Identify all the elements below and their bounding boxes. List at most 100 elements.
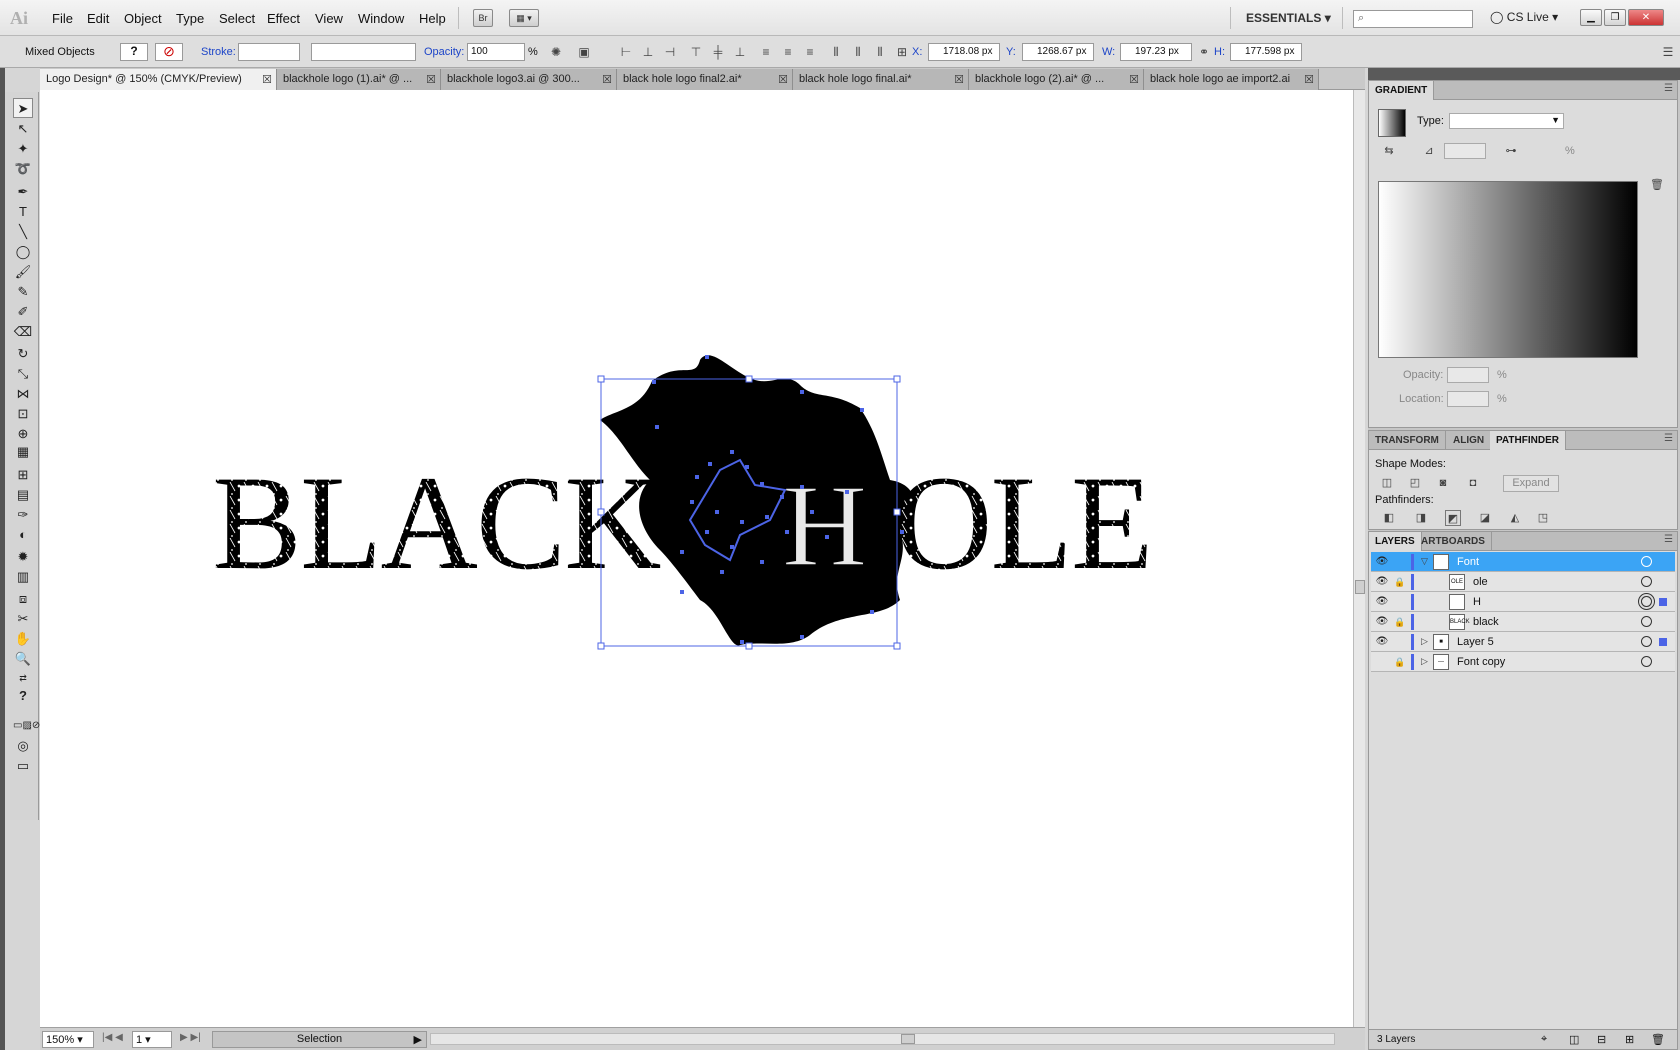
target-circle-icon[interactable] — [1641, 556, 1652, 567]
align-bottom-icon[interactable]: ⊥ — [732, 44, 748, 60]
lock-toggle[interactable] — [1393, 635, 1407, 649]
mesh-tool-icon[interactable]: ⊞ — [13, 465, 33, 485]
trim-icon[interactable]: ◨ — [1413, 510, 1429, 526]
dock-header[interactable] — [1368, 68, 1680, 80]
selection-tool-icon[interactable]: ➤ — [13, 98, 33, 118]
blob-brush-tool-icon[interactable]: ✐ — [13, 302, 33, 322]
horizontal-scrollbar[interactable] — [430, 1033, 1335, 1045]
magic-wand-tool-icon[interactable]: ✦ — [13, 139, 33, 159]
y-input[interactable]: 1268.67 px — [1022, 43, 1094, 61]
variable-width-profile[interactable] — [311, 43, 416, 61]
artboard-tool-icon[interactable]: ⧈ — [13, 589, 33, 609]
layer-row-h[interactable]: 👁 H — [1371, 592, 1675, 612]
opacity-input[interactable]: 100 — [467, 43, 525, 61]
eyedropper-tool-icon[interactable]: ✑ — [13, 505, 33, 525]
fill-swatch[interactable]: ? — [120, 43, 148, 61]
menu-type[interactable]: Type — [176, 11, 204, 26]
eraser-tool-icon[interactable]: ⌫ — [13, 322, 33, 342]
tab-gradient[interactable]: GRADIENT — [1369, 81, 1435, 100]
artboard-nav-next-last-icon[interactable]: ▶ ▶| — [180, 1032, 201, 1043]
panel-menu-icon[interactable]: ☰ — [1664, 83, 1673, 94]
gradient-swatch[interactable] — [1378, 109, 1406, 137]
close-icon[interactable]: ☒ — [602, 73, 612, 86]
selection-indicator[interactable] — [1659, 638, 1667, 646]
delete-stop-icon[interactable]: 🗑 — [1649, 177, 1665, 193]
panel-menu-icon[interactable]: ☰ — [1664, 534, 1673, 545]
zoom-select[interactable]: 150% ▾ — [42, 1031, 94, 1048]
reference-point-icon[interactable]: ⊞ — [894, 44, 910, 60]
fill-stroke-swatch-icon[interactable]: ? — [13, 686, 33, 712]
pencil-tool-icon[interactable]: ✎ — [13, 282, 33, 302]
distribute-right-icon[interactable]: ⫴ — [872, 44, 888, 60]
visibility-eye-icon[interactable]: 👁 — [1375, 575, 1389, 589]
gradient-type-select[interactable]: ▼ — [1449, 113, 1564, 129]
layer-name[interactable]: Font copy — [1457, 656, 1505, 668]
crop-icon[interactable]: ◪ — [1477, 510, 1493, 526]
direct-selection-tool-icon[interactable]: ↖ — [13, 119, 33, 139]
align-middle-icon[interactable]: ╪ — [710, 44, 726, 60]
distribute-bottom-icon[interactable]: ≡ — [802, 44, 818, 60]
stop-location-input[interactable] — [1447, 391, 1489, 407]
gradient-ramp[interactable] — [1378, 181, 1638, 358]
menu-object[interactable]: Object — [124, 11, 162, 26]
merge-icon[interactable]: ◩ — [1445, 510, 1461, 526]
logo-text-black[interactable]: BLACK — [212, 449, 663, 598]
scale-tool-icon[interactable]: ⤡ — [13, 364, 33, 384]
visibility-eye-icon[interactable]: 👁 — [1375, 595, 1389, 609]
symbol-sprayer-tool-icon[interactable]: ✹ — [13, 547, 33, 567]
delete-layer-icon[interactable]: 🗑 — [1651, 1033, 1665, 1046]
outline-icon[interactable]: ◭ — [1507, 510, 1523, 526]
help-search-input[interactable]: ⌕ — [1353, 10, 1473, 28]
artboard-canvas[interactable]: BLACK H OLE — [40, 90, 1353, 1027]
selection-indicator[interactable] — [1659, 598, 1667, 606]
tab-blackhole-logo3[interactable]: blackhole logo3.ai @ 300... ☒ — [441, 69, 617, 90]
stroke-weight-field[interactable] — [238, 43, 300, 61]
vertical-scroll-thumb[interactable] — [1355, 580, 1365, 594]
status-readout[interactable]: Selection ▶ — [212, 1031, 427, 1048]
tab-layers[interactable]: LAYERS — [1369, 532, 1422, 551]
layer-row-font-copy[interactable]: 🔒 ▷ — Font copy — [1371, 652, 1675, 672]
target-circle-icon[interactable] — [1641, 616, 1652, 627]
align-top-icon[interactable]: ⊤ — [688, 44, 704, 60]
layer-name[interactable]: ole — [1473, 576, 1488, 588]
close-icon[interactable]: ☒ — [1129, 73, 1139, 86]
target-circle-icon[interactable] — [1641, 636, 1652, 647]
tab-logo-design[interactable]: Logo Design* @ 150% (CMYK/Preview) ☒ — [40, 69, 277, 90]
collapse-triangle-icon[interactable]: ▷ — [1421, 636, 1428, 647]
expand-button[interactable]: Expand — [1503, 475, 1559, 492]
new-layer-icon[interactable]: ⊞ — [1625, 1033, 1634, 1046]
constrain-proportions-icon[interactable]: ⚭ — [1196, 44, 1212, 60]
tab-transform[interactable]: TRANSFORM — [1369, 431, 1446, 450]
layer-name[interactable]: Font — [1457, 556, 1479, 568]
align-right-icon[interactable]: ⊣ — [662, 44, 678, 60]
target-circle-selected-icon[interactable] — [1641, 596, 1652, 607]
close-icon[interactable]: ☒ — [426, 73, 436, 86]
perspective-grid-tool-icon[interactable]: ▦ — [13, 442, 33, 462]
bridge-button[interactable]: Br — [473, 9, 493, 27]
menu-view[interactable]: View — [315, 11, 343, 26]
minimize-button[interactable]: ▁ — [1580, 9, 1602, 26]
shape-builder-tool-icon[interactable]: ⊕ — [13, 424, 33, 444]
ellipse-tool-icon[interactable]: ◯ — [13, 242, 33, 262]
h-input[interactable]: 177.598 px — [1230, 43, 1302, 61]
align-left-icon[interactable]: ⊢ — [618, 44, 634, 60]
tab-blackhole-logo-2[interactable]: blackhole logo (2).ai* @ ... ☒ — [969, 69, 1144, 90]
recolor-artwork-icon[interactable]: ✺ — [548, 44, 564, 60]
minus-front-icon[interactable]: ◰ — [1407, 475, 1423, 491]
minus-back-icon[interactable]: ◳ — [1535, 510, 1551, 526]
close-window-button[interactable]: ✕ — [1628, 9, 1664, 26]
close-icon[interactable]: ☒ — [262, 73, 272, 86]
close-icon[interactable]: ☒ — [778, 73, 788, 86]
column-graph-tool-icon[interactable]: ▥ — [13, 567, 33, 587]
align-center-icon[interactable]: ⊥ — [640, 44, 656, 60]
tab-black-hole-logo-final2[interactable]: black hole logo final2.ai* ☒ — [617, 69, 793, 90]
rotate-tool-icon[interactable]: ↻ — [13, 344, 33, 364]
logo-text-h[interactable]: H — [781, 459, 868, 592]
menu-window[interactable]: Window — [358, 11, 404, 26]
vertical-scrollbar[interactable] — [1353, 90, 1365, 1027]
lock-icon[interactable]: 🔒 — [1393, 655, 1407, 669]
black-hole-logo-artwork[interactable]: BLACK H OLE — [212, 355, 1153, 650]
collapse-triangle-icon[interactable]: ▷ — [1421, 656, 1428, 667]
screen-mode-icon[interactable]: ▭ — [13, 756, 33, 776]
menu-select[interactable]: Select — [219, 11, 255, 26]
